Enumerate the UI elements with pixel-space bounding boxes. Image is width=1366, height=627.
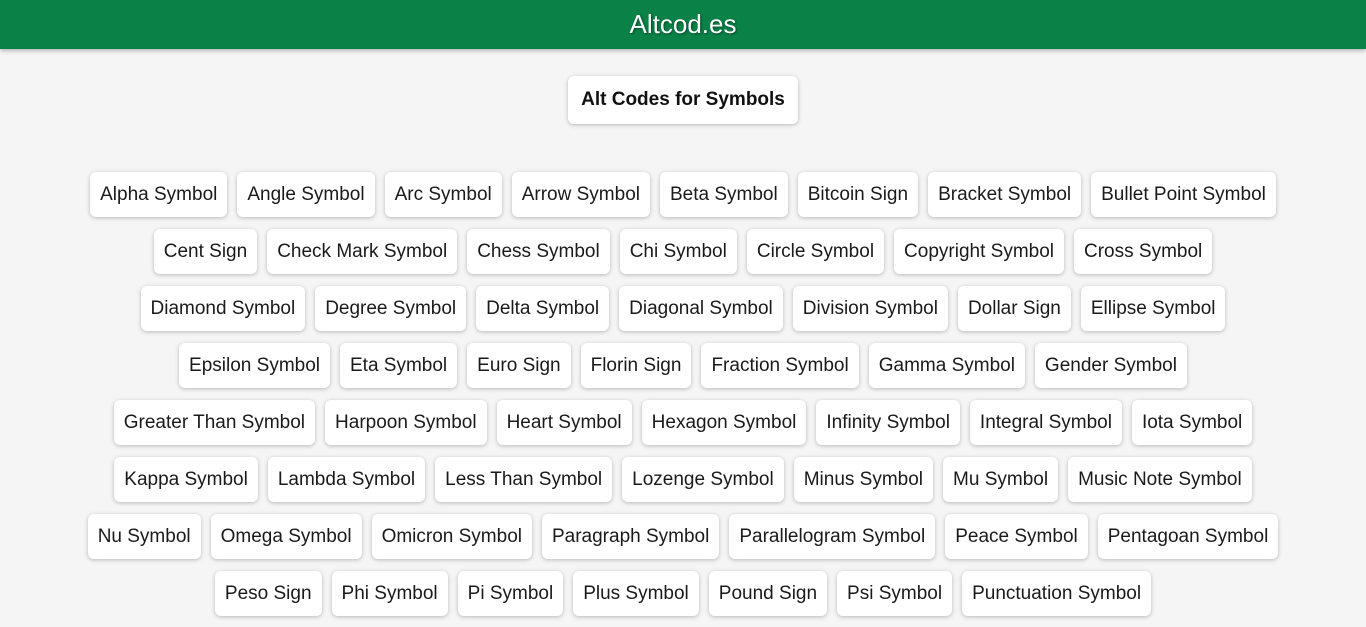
symbol-link-kappa-symbol[interactable]: Kappa Symbol [114, 457, 258, 502]
symbol-link-gender-symbol[interactable]: Gender Symbol [1034, 343, 1187, 388]
symbol-link-hexagon-symbol[interactable]: Hexagon Symbol [641, 400, 807, 445]
symbol-link-degree-symbol[interactable]: Degree Symbol [315, 286, 467, 331]
symbol-link-alpha-symbol[interactable]: Alpha Symbol [90, 172, 228, 217]
symbol-link-arc-symbol[interactable]: Arc Symbol [384, 172, 502, 217]
symbol-link-epsilon-symbol[interactable]: Epsilon Symbol [179, 343, 330, 388]
symbol-link-psi-symbol[interactable]: Psi Symbol [837, 571, 953, 616]
symbol-link-cross-symbol[interactable]: Cross Symbol [1074, 229, 1213, 274]
symbol-link-delta-symbol[interactable]: Delta Symbol [476, 286, 610, 331]
symbol-link-nu-symbol[interactable]: Nu Symbol [87, 514, 201, 559]
symbol-link-music-note-symbol[interactable]: Music Note Symbol [1068, 457, 1252, 502]
symbol-link-angle-symbol[interactable]: Angle Symbol [237, 172, 375, 217]
symbol-link-grid: Alpha Symbol Angle Symbol Arc Symbol Arrow … [83, 172, 1283, 616]
symbol-link-division-symbol[interactable]: Division Symbol [792, 286, 948, 331]
symbol-link-plus-symbol[interactable]: Plus Symbol [573, 571, 699, 616]
symbol-link-gamma-symbol[interactable]: Gamma Symbol [868, 343, 1025, 388]
symbol-link-punctuation-symbol[interactable]: Punctuation Symbol [962, 571, 1152, 616]
symbol-link-lozenge-symbol[interactable]: Lozenge Symbol [622, 457, 784, 502]
symbol-link-pi-symbol[interactable]: Pi Symbol [457, 571, 564, 616]
page-title: Alt Codes for Symbols [568, 76, 798, 124]
symbol-link-bracket-symbol[interactable]: Bracket Symbol [928, 172, 1082, 217]
symbol-link-integral-symbol[interactable]: Integral Symbol [969, 400, 1122, 445]
symbol-link-circle-symbol[interactable]: Circle Symbol [746, 229, 885, 274]
symbol-link-greater-than-symbol[interactable]: Greater Than Symbol [113, 400, 316, 445]
symbol-link-minus-symbol[interactable]: Minus Symbol [793, 457, 934, 502]
symbol-link-peace-symbol[interactable]: Peace Symbol [945, 514, 1088, 559]
symbol-link-chess-symbol[interactable]: Chess Symbol [467, 229, 610, 274]
heading-container: Alt Codes for Symbols [0, 76, 1366, 124]
symbol-link-beta-symbol[interactable]: Beta Symbol [659, 172, 788, 217]
symbol-link-lambda-symbol[interactable]: Lambda Symbol [267, 457, 426, 502]
site-header: Altcod.es [0, 0, 1366, 49]
symbol-link-iota-symbol[interactable]: Iota Symbol [1131, 400, 1253, 445]
symbol-link-mu-symbol[interactable]: Mu Symbol [943, 457, 1059, 502]
symbol-link-arrow-symbol[interactable]: Arrow Symbol [511, 172, 650, 217]
symbol-link-bitcoin-sign[interactable]: Bitcoin Sign [797, 172, 919, 217]
symbol-link-diamond-symbol[interactable]: Diamond Symbol [140, 286, 306, 331]
symbol-link-dollar-sign[interactable]: Dollar Sign [957, 286, 1071, 331]
symbol-link-bullet-point-symbol[interactable]: Bullet Point Symbol [1091, 172, 1276, 217]
symbol-link-less-than-symbol[interactable]: Less Than Symbol [435, 457, 613, 502]
symbol-link-harpoon-symbol[interactable]: Harpoon Symbol [325, 400, 487, 445]
symbol-link-copyright-symbol[interactable]: Copyright Symbol [894, 229, 1064, 274]
symbol-link-florin-sign[interactable]: Florin Sign [580, 343, 692, 388]
symbol-link-chi-symbol[interactable]: Chi Symbol [619, 229, 737, 274]
symbol-link-peso-sign[interactable]: Peso Sign [214, 571, 322, 616]
symbol-link-fraction-symbol[interactable]: Fraction Symbol [701, 343, 859, 388]
symbol-link-parallelogram-symbol[interactable]: Parallelogram Symbol [729, 514, 936, 559]
symbol-link-omega-symbol[interactable]: Omega Symbol [210, 514, 362, 559]
symbol-link-infinity-symbol[interactable]: Infinity Symbol [816, 400, 960, 445]
symbol-link-check-mark-symbol[interactable]: Check Mark Symbol [267, 229, 458, 274]
symbol-link-heart-symbol[interactable]: Heart Symbol [496, 400, 632, 445]
symbol-link-diagonal-symbol[interactable]: Diagonal Symbol [619, 286, 783, 331]
symbol-link-euro-sign[interactable]: Euro Sign [467, 343, 571, 388]
symbol-link-paragraph-symbol[interactable]: Paragraph Symbol [541, 514, 720, 559]
symbol-link-omicron-symbol[interactable]: Omicron Symbol [371, 514, 532, 559]
symbol-link-cent-sign[interactable]: Cent Sign [153, 229, 258, 274]
symbol-link-phi-symbol[interactable]: Phi Symbol [331, 571, 448, 616]
site-title-link[interactable]: Altcod.es [630, 9, 737, 40]
symbol-link-eta-symbol[interactable]: Eta Symbol [340, 343, 458, 388]
symbol-link-pentagoan-symbol[interactable]: Pentagoan Symbol [1097, 514, 1279, 559]
symbol-link-ellipse-symbol[interactable]: Ellipse Symbol [1080, 286, 1226, 331]
symbol-link-pound-sign[interactable]: Pound Sign [708, 571, 828, 616]
